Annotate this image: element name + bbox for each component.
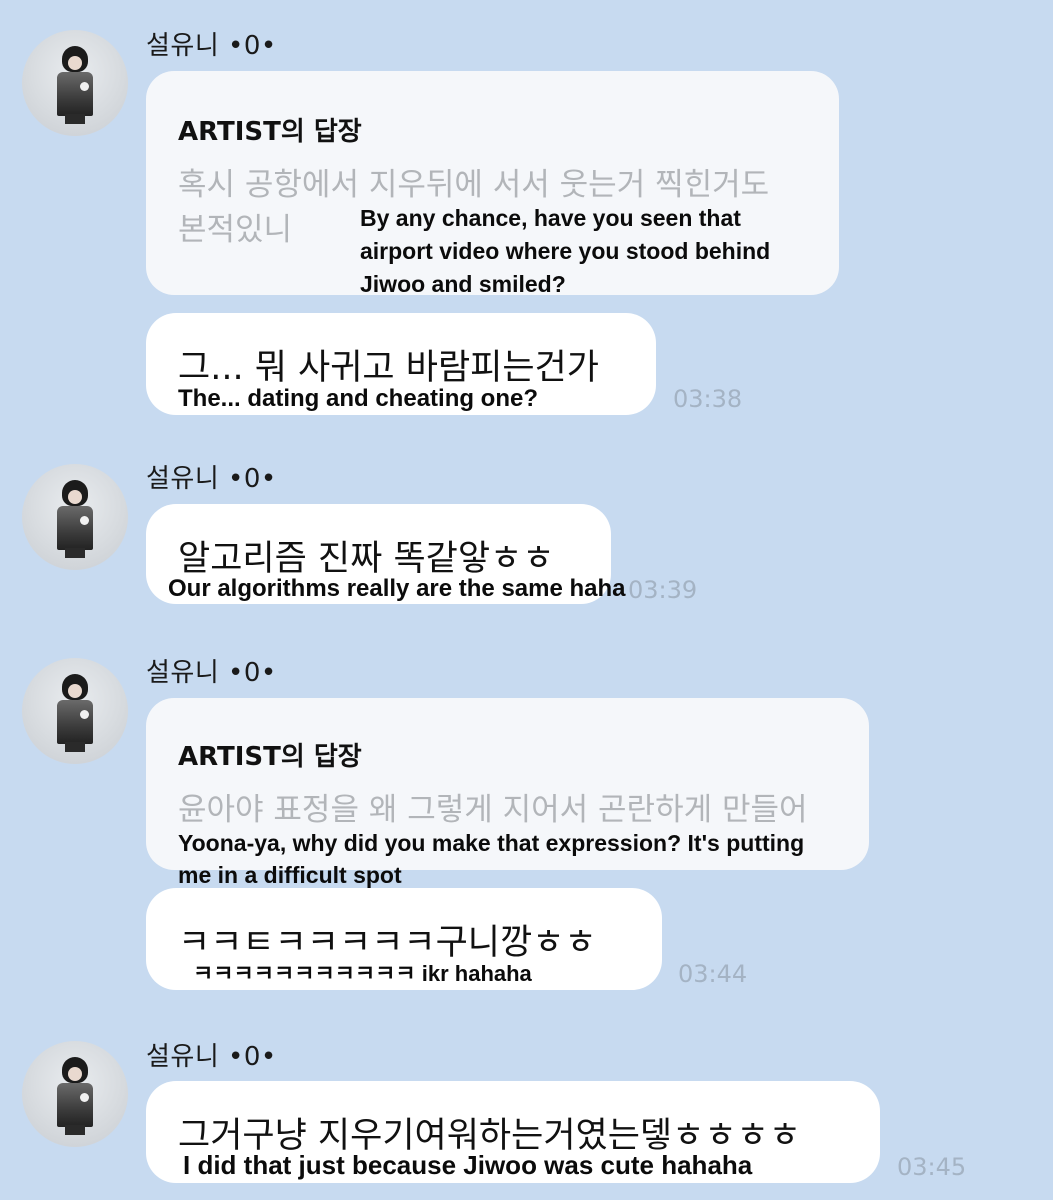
message-timestamp: 03:45	[897, 1153, 967, 1181]
sender-name: 설유니 •0•	[146, 1042, 277, 1072]
translation-caption: airport video where you stood behind	[360, 238, 771, 264]
translation-caption: Yoona-ya, why did you make that expressi…	[178, 830, 805, 856]
translation-caption: The... dating and cheating one?	[178, 385, 539, 412]
translation-caption: I did that just because Jiwoo was cute h…	[183, 1150, 753, 1180]
sender-avatar[interactable]	[22, 658, 128, 764]
translation-caption: ㅋㅋㅋㅋㅋㅋㅋㅋㅋㅋㅋ ikr hahaha	[193, 961, 532, 986]
translation-caption: Our algorithms really are the same haha	[168, 575, 626, 602]
message-timestamp: 03:38	[673, 385, 743, 413]
reply-header: ARTIST의 답장	[178, 742, 362, 772]
sender-name: 설유니 •0•	[146, 31, 277, 61]
sender-avatar[interactable]	[22, 30, 128, 136]
message-timestamp: 03:44	[678, 960, 748, 988]
sender-name: 설유니 •0•	[146, 658, 277, 688]
translation-caption: me in a difficult spot	[178, 862, 402, 888]
sender-name: 설유니 •0•	[146, 464, 277, 494]
reply-header: ARTIST의 답장	[178, 117, 362, 147]
translation-caption: Jiwoo and smiled?	[360, 271, 566, 297]
sender-avatar[interactable]	[22, 1041, 128, 1147]
reply-text-line-2: 본적있니	[178, 212, 293, 248]
message-timestamp: 03:39	[628, 576, 698, 604]
translation-caption: By any chance, have you seen that	[360, 205, 741, 231]
sender-avatar[interactable]	[22, 464, 128, 570]
